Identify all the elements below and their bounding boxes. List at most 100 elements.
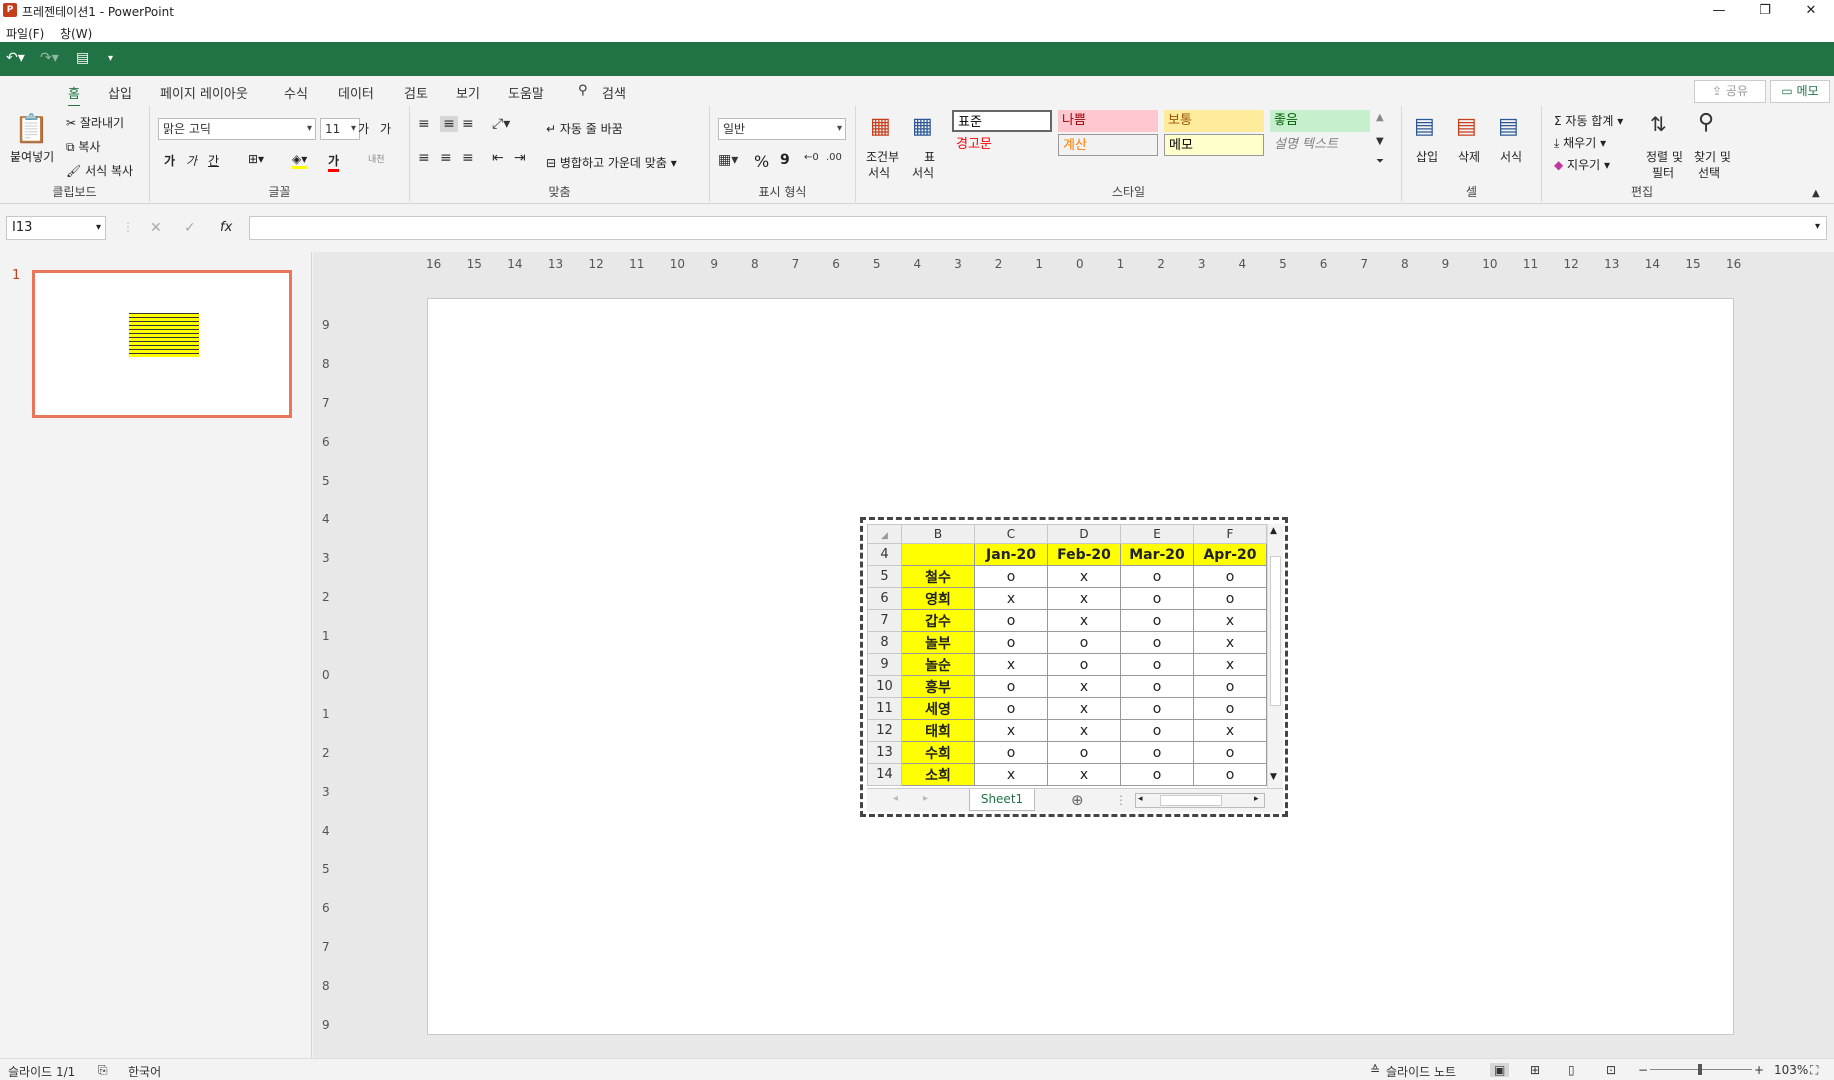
format-cells-icon[interactable]: ▤ [1498,114,1519,139]
slideshow-icon[interactable]: ⊡ [1606,1063,1616,1077]
column-header[interactable]: F [1193,524,1267,544]
row-header[interactable]: 6 [867,587,902,610]
scroll-up-icon[interactable]: ▲ [1270,526,1277,536]
value-cell[interactable]: o [1120,609,1194,632]
search-icon[interactable]: ⚲ [578,83,588,98]
border-icon[interactable]: ⊞▾ [248,152,264,166]
tab-insert[interactable]: 삽입 [108,83,132,102]
value-cell[interactable]: x [1047,587,1121,610]
row-header[interactable]: 9 [867,653,902,676]
align-center-icon[interactable]: ≡ [440,150,452,166]
name-cell[interactable]: 놀부 [901,631,975,654]
reading-view-icon[interactable]: ▯ [1568,1063,1575,1077]
header-cell[interactable] [901,543,975,566]
sort-filter-label1[interactable]: 정렬 및 [1646,148,1683,165]
value-cell[interactable]: o [1193,675,1267,698]
phonetic-button[interactable]: 내천 [368,152,385,165]
insert-cells-icon[interactable]: ▤ [1414,114,1435,139]
notes-icon[interactable]: ≙ [1370,1063,1380,1077]
value-cell[interactable]: x [1047,719,1121,742]
align-middle-icon[interactable]: ≡ [440,116,458,132]
horizontal-scrollbar[interactable]: ◂ ▸ [1135,793,1265,808]
increase-indent-icon[interactable]: ⇥ [514,150,526,166]
scroll-down-icon[interactable]: ▼ [1270,772,1277,782]
zoom-in-icon[interactable]: + [1754,1063,1764,1077]
insert-cells-button[interactable]: 삽입 [1416,148,1438,165]
clear-button[interactable]: ◆ 지우기 ▾ [1554,156,1610,173]
value-cell[interactable]: o [974,741,1048,764]
name-box-dropdown-icon[interactable]: ▾ [96,217,101,239]
sort-filter-icon[interactable]: ⇅ [1650,112,1667,136]
gallery-more-icon[interactable]: ⏷ [1376,156,1384,167]
table-format-label1[interactable]: 표 [924,148,935,165]
column-header[interactable]: E [1120,524,1194,544]
fill-color-icon[interactable]: ◈▾ [292,152,308,169]
close-button[interactable]: ✕ [1788,0,1834,22]
name-cell[interactable]: 소희 [901,763,975,786]
decrease-indent-icon[interactable]: ⇤ [492,150,504,166]
row-header[interactable]: 12 [867,719,902,742]
accessibility-icon[interactable]: ⎘ [98,1063,108,1078]
tab-formulas[interactable]: 수식 [284,83,308,102]
value-cell[interactable]: o [1120,565,1194,588]
expand-formula-icon[interactable]: ▾ [1815,221,1820,232]
value-cell[interactable]: o [1047,653,1121,676]
align-top-icon[interactable]: ≡ [418,116,430,132]
value-cell[interactable]: x [1047,565,1121,588]
row-header[interactable]: 5 [867,565,902,588]
column-header[interactable]: D [1047,524,1121,544]
copy-button[interactable]: ⧉ 복사 [66,138,100,155]
cell-style-0[interactable]: 표준 [952,110,1052,132]
cell-style-7[interactable]: 설명 텍스트 [1270,134,1370,156]
currency-icon[interactable]: ▦▾ [718,152,738,168]
name-cell[interactable]: 흥부 [901,675,975,698]
zoom-out-icon[interactable]: − [1638,1063,1648,1077]
normal-view-icon[interactable]: ▣ [1490,1063,1510,1077]
paste-button[interactable]: 붙여넣기 [10,148,54,165]
cut-button[interactable]: ✂ 잘라내기 [66,114,124,131]
enter-icon[interactable]: ✓ [184,220,196,236]
table-format-label2[interactable]: 서식 [912,164,934,181]
underline-button[interactable]: 간 [208,152,219,169]
value-cell[interactable]: o [1120,587,1194,610]
name-cell[interactable]: 태희 [901,719,975,742]
tab-data[interactable]: 데이터 [338,83,374,102]
insert-function-icon[interactable]: fx [220,220,232,235]
value-cell[interactable]: o [1120,741,1194,764]
value-cell[interactable]: x [974,587,1048,610]
row-header[interactable]: 13 [867,741,902,764]
cell-style-4[interactable]: 경고문 [952,134,1052,156]
name-cell[interactable]: 세영 [901,697,975,720]
value-cell[interactable]: o [1193,697,1267,720]
comma-button[interactable]: 9 [780,152,790,168]
name-box[interactable]: I13 ▾ [6,216,106,240]
value-cell[interactable]: x [1193,609,1267,632]
value-cell[interactable]: o [1193,565,1267,588]
undo-icon[interactable]: ↶▾ [6,50,25,66]
redo-icon[interactable]: ↷▾ [40,50,59,66]
value-cell[interactable]: o [1120,631,1194,654]
select-all-corner[interactable]: ◢ [867,524,902,544]
scroll-right-icon[interactable]: ▸ [1254,794,1259,804]
menu-window[interactable]: 창(W) [60,25,92,42]
fill-button[interactable]: ⤓ 채우기 ▾ [1554,134,1606,151]
value-cell[interactable]: x [1193,719,1267,742]
gallery-down-icon[interactable]: ▼ [1376,136,1384,147]
value-cell[interactable]: o [1120,763,1194,786]
cell-style-6[interactable]: 메모 [1164,134,1264,156]
column-header[interactable]: B [901,524,975,544]
format-cells-button[interactable]: 서식 [1500,148,1522,165]
tab-view[interactable]: 보기 [456,83,480,102]
slide-sorter-icon[interactable]: ⊞ [1530,1063,1540,1077]
value-cell[interactable]: x [1047,697,1121,720]
name-cell[interactable]: 수희 [901,741,975,764]
name-cell[interactable]: 놀순 [901,653,975,676]
value-cell[interactable]: o [974,697,1048,720]
value-cell[interactable]: o [974,631,1048,654]
autosum-button[interactable]: Σ 자동 합계 ▾ [1554,112,1623,129]
conditional-format-label1[interactable]: 조건부 [866,148,899,165]
font-shrink-button[interactable]: 가 [380,120,391,137]
conditional-format-label2[interactable]: 서식 [868,164,890,181]
percent-button[interactable]: % [754,152,769,171]
value-cell[interactable]: x [974,653,1048,676]
